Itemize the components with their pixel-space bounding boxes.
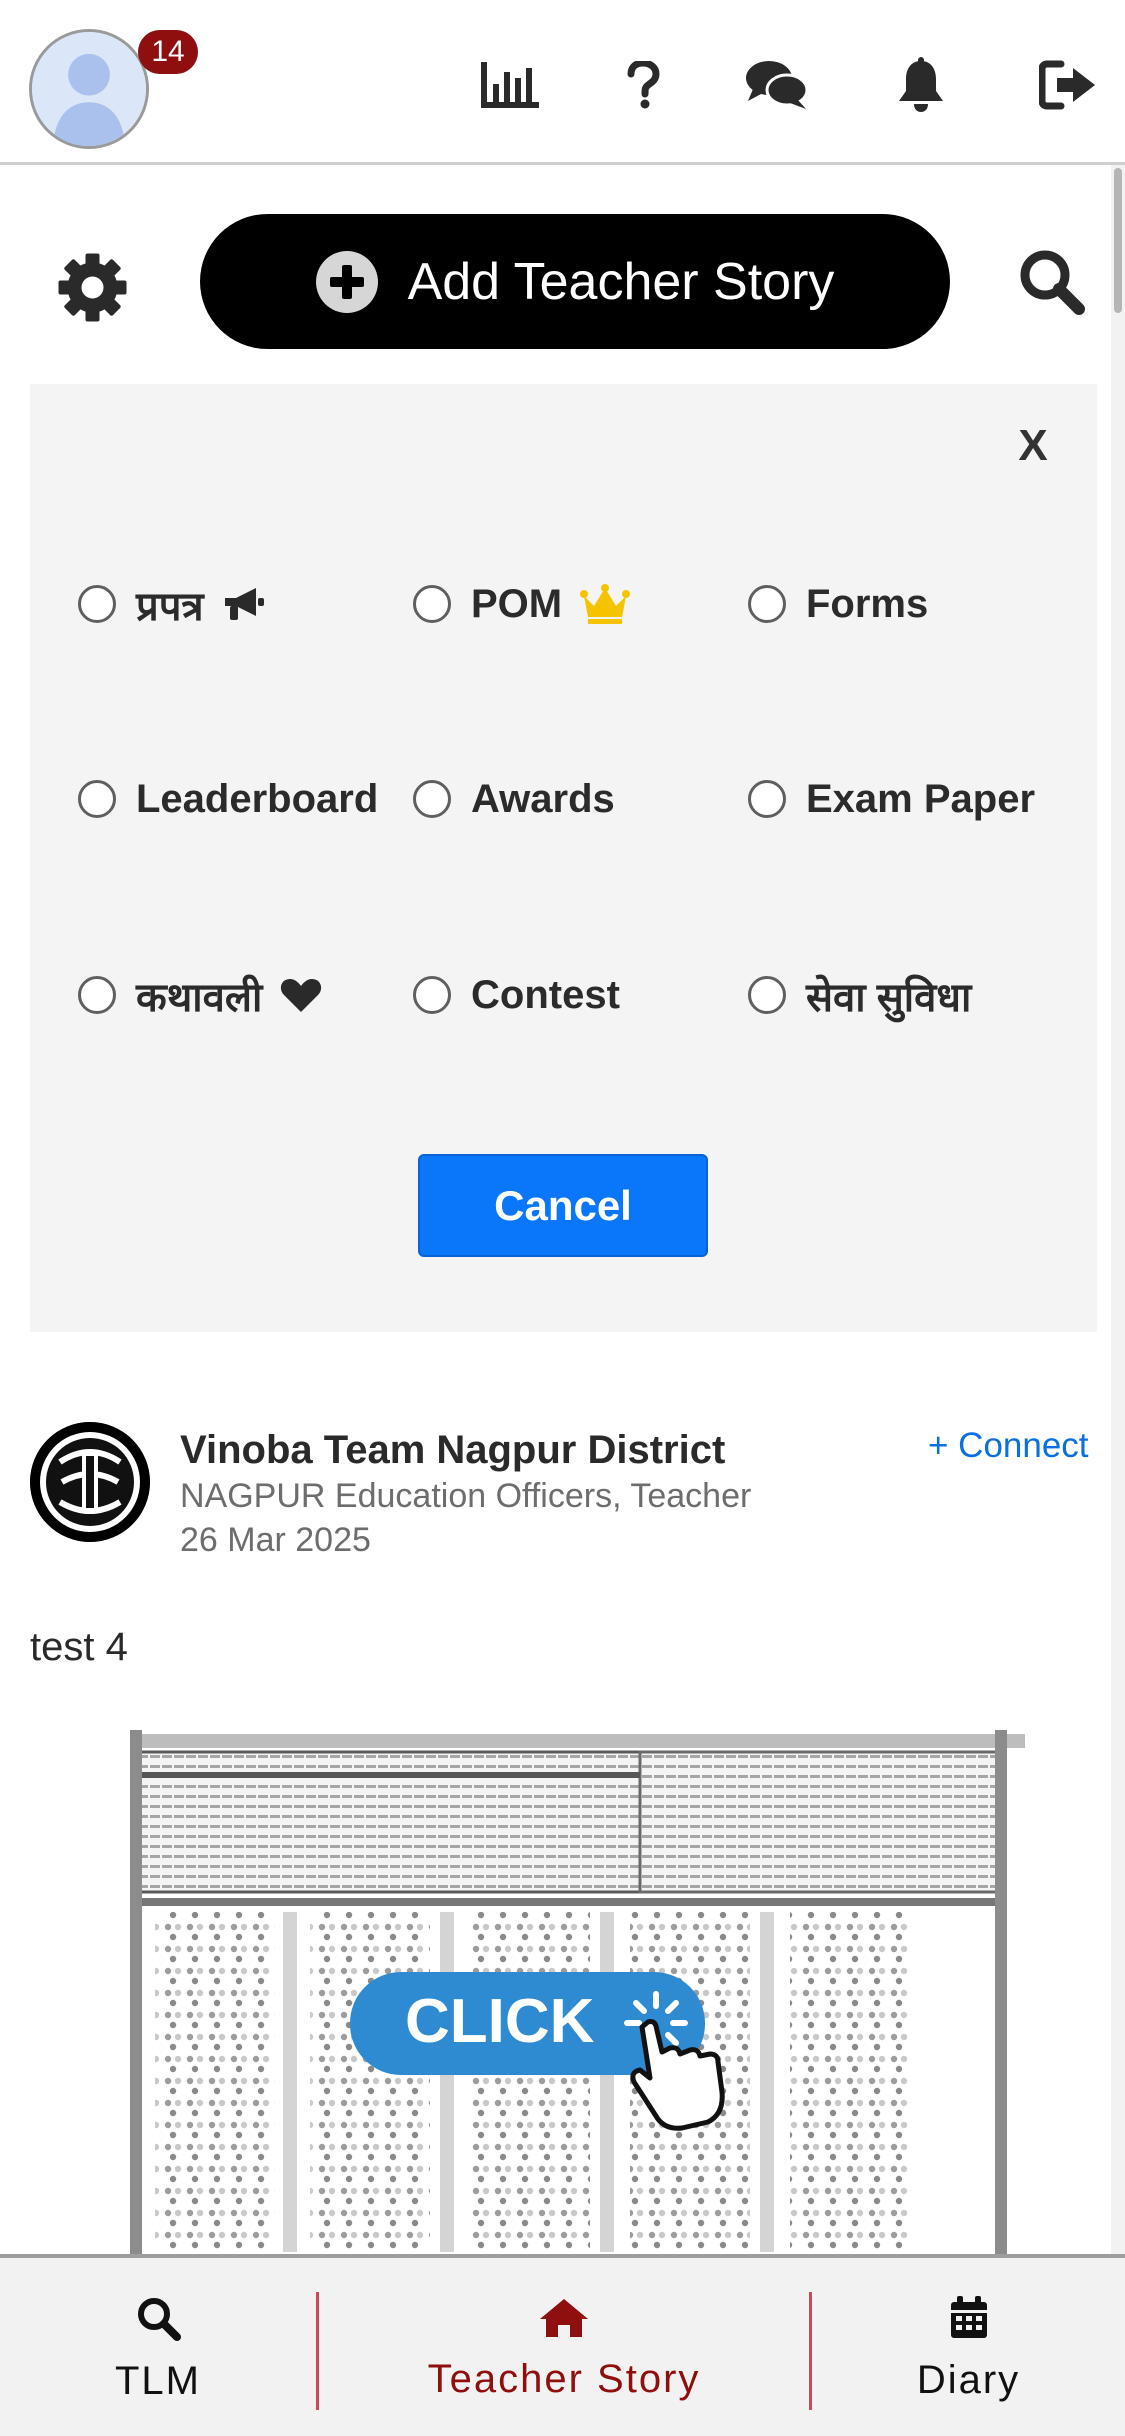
close-filter-button[interactable]: X (1003, 418, 1063, 474)
radio-button[interactable] (748, 780, 786, 818)
nav-item-label: Diary (916, 2357, 1021, 2402)
filter-option-label: Awards (471, 776, 615, 821)
filter-option-prapatra[interactable]: प्रपत्र (78, 574, 266, 634)
top-header: 14 (0, 0, 1125, 165)
plus-circle-icon (315, 250, 378, 313)
profile-avatar[interactable] (29, 29, 149, 149)
notification-count-badge: 14 (138, 30, 198, 74)
filter-option-label: प्रपत्र (136, 584, 204, 629)
radio-button[interactable] (748, 976, 786, 1014)
scrollbar-track[interactable] (1111, 165, 1125, 2260)
megaphone-icon (222, 586, 266, 622)
filter-option-awards[interactable]: Awards (413, 769, 615, 829)
nav-item-label: Teacher Story (427, 2356, 701, 2401)
post-date: 26 Mar 2025 (180, 1521, 371, 1559)
filter-option-pom[interactable]: POM (413, 574, 631, 634)
radio-button[interactable] (748, 585, 786, 623)
filter-option-leaderboard[interactable]: Leaderboard (78, 769, 378, 829)
crown-icon (580, 584, 631, 624)
filter-option-kathavali[interactable]: कथावली (78, 965, 322, 1025)
radio-button[interactable] (413, 585, 451, 623)
nav-item-diary[interactable]: Diary (812, 2258, 1125, 2436)
calendar-icon (950, 2295, 987, 2338)
radio-button[interactable] (78, 976, 116, 1014)
connect-link[interactable]: + Connect (928, 1426, 1089, 1466)
post-author-role: NAGPUR Education Officers, Teacher (180, 1477, 752, 1515)
search-icon (138, 2297, 181, 2341)
search-icon[interactable] (1015, 245, 1090, 320)
post-author-avatar[interactable] (30, 1422, 150, 1542)
logout-icon[interactable] (1033, 50, 1103, 120)
filter-option-exam-paper[interactable]: Exam Paper (748, 769, 1035, 829)
filter-option-label: Contest (471, 972, 620, 1017)
add-teacher-story-label: Add Teacher Story (407, 252, 835, 311)
cancel-button[interactable]: Cancel (418, 1154, 708, 1257)
filter-option-seva-suvidha[interactable]: सेवा सुविधा (748, 965, 971, 1025)
filter-option-label: Forms (806, 581, 929, 626)
post-image[interactable]: CLICK (30, 1722, 1097, 2260)
filter-option-contest[interactable]: Contest (413, 965, 620, 1025)
settings-gear-icon[interactable] (55, 250, 130, 325)
home-icon (540, 2298, 588, 2337)
heart-icon (280, 977, 322, 1013)
chart-icon[interactable] (475, 50, 545, 120)
filter-option-label: Leaderboard (136, 776, 379, 821)
nav-item-tlm[interactable]: TLM (0, 2258, 316, 2436)
nav-item-teacher-story[interactable]: Teacher Story (319, 2258, 809, 2436)
filter-option-label: कथावली (136, 975, 263, 1020)
add-teacher-story-button[interactable]: Add Teacher Story (200, 214, 950, 349)
scrollbar-thumb[interactable] (1114, 168, 1122, 313)
filter-option-label: POM (471, 581, 563, 626)
radio-button[interactable] (78, 780, 116, 818)
bell-icon[interactable] (886, 50, 956, 120)
radio-button[interactable] (78, 585, 116, 623)
radio-button[interactable] (413, 780, 451, 818)
filter-option-label: सेवा सुविधा (806, 975, 972, 1020)
help-icon[interactable] (608, 50, 678, 120)
chat-icon[interactable] (742, 50, 812, 120)
filter-option-forms[interactable]: Forms (748, 574, 928, 634)
radio-button[interactable] (413, 976, 451, 1014)
click-overlay-label: CLICK (405, 1987, 595, 2056)
post-author-name[interactable]: Vinoba Team Nagpur District (180, 1428, 725, 1473)
filter-option-label: Exam Paper (806, 776, 1036, 821)
post-text: test 4 (30, 1625, 128, 1669)
nav-item-label: TLM (115, 2358, 201, 2403)
